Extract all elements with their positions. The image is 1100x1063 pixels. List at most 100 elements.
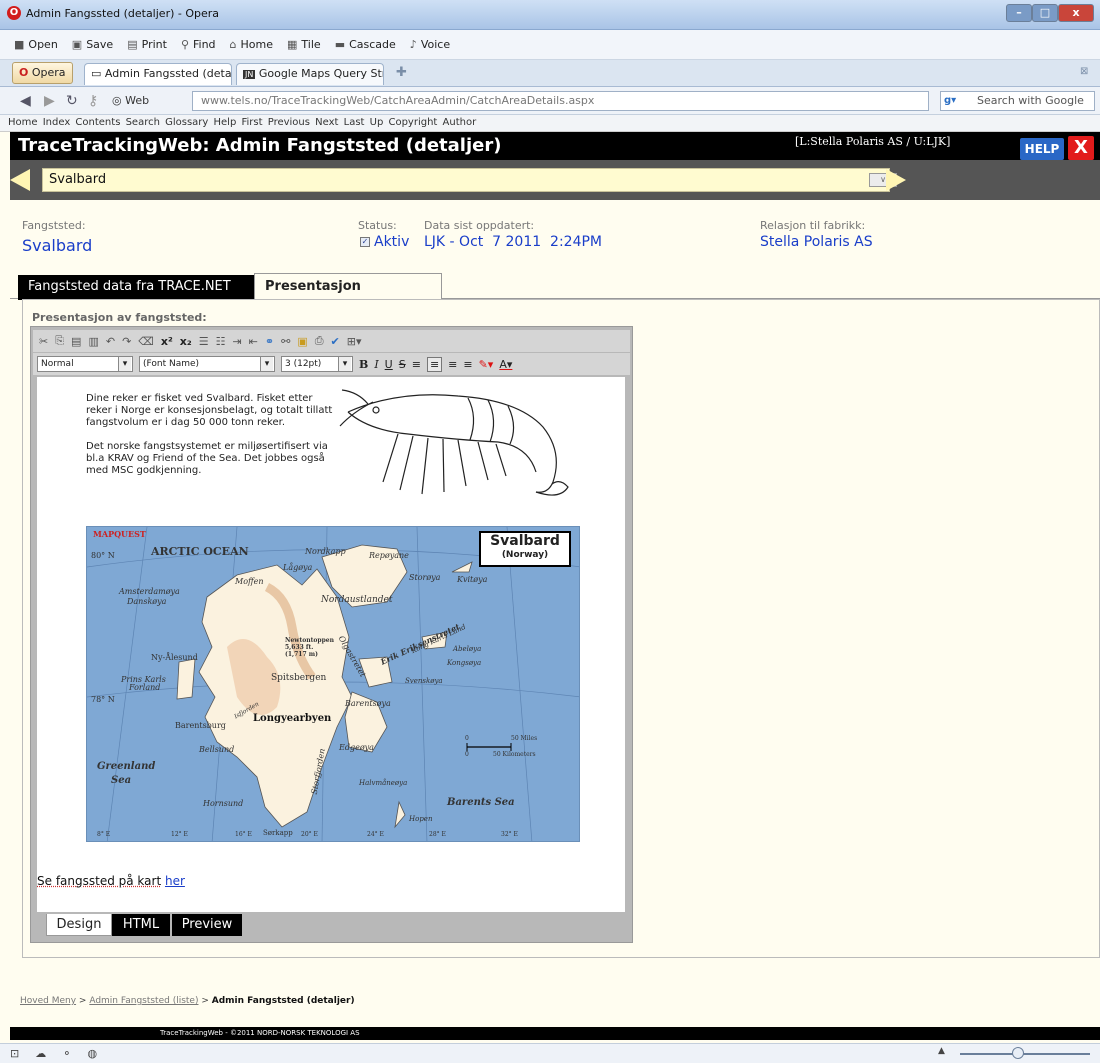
browser-menu-bar: ■ Open ▣ Save ▤ Print ⚲ Find ⌂ Home ▦ Tile ▬ Ca… <box>0 30 1100 60</box>
map-link[interactable]: her <box>165 874 185 888</box>
url-field[interactable]: www.tels.no/TraceTrackingWeb/CatchAreaAd… <box>192 91 929 111</box>
map-label-lat78: 78° N <box>91 695 115 704</box>
address-bar: ◀ ▶ ↻ ⚷ ◎ Web www.tels.no/TraceTrackingW… <box>0 87 1100 115</box>
status-checkbox[interactable]: ✓ <box>360 237 370 247</box>
bullet-list-icon[interactable]: ☷ <box>216 335 226 348</box>
map-scale-zero-km: 0 <box>465 751 469 758</box>
menu-print[interactable]: ▤ Print <box>127 38 167 51</box>
indent-icon[interactable]: ⇥ <box>232 335 241 348</box>
menu-home[interactable]: ⌂ Home <box>230 38 273 51</box>
cut-icon[interactable]: ✂ <box>39 335 48 348</box>
cloud-icon[interactable]: ☁ <box>35 1047 46 1060</box>
zoom-up-icon[interactable]: ▲ <box>938 1046 945 1056</box>
tab-trace-net-data[interactable]: Fangststed data fra TRACE.NET <box>18 275 254 300</box>
menu-find[interactable]: ⚲ Find <box>181 38 216 51</box>
bold-icon[interactable]: B <box>359 358 368 371</box>
outdent-icon[interactable]: ⇤ <box>249 335 258 348</box>
unlink-icon[interactable]: ⚯ <box>281 335 290 348</box>
ordered-list-icon[interactable]: ☰ <box>199 335 209 348</box>
font-color-icon[interactable]: A▾ <box>499 358 512 371</box>
paste-icon[interactable]: ▤ <box>71 335 81 348</box>
minimize-button[interactable]: – <box>1006 4 1032 22</box>
superscript-icon[interactable]: x² <box>161 335 173 348</box>
tile-icon: ▦ <box>287 38 298 51</box>
shrimp-illustration <box>338 382 578 507</box>
web-badge[interactable]: ◎ Web <box>112 94 149 107</box>
map-label-repayane: Repøyane <box>369 551 409 560</box>
strikethrough-icon[interactable]: S <box>399 358 406 371</box>
opera-menu-button[interactable]: O Opera <box>12 62 73 84</box>
help-button[interactable]: HELP <box>1020 138 1064 160</box>
image-icon[interactable]: ▣ <box>297 335 307 348</box>
copy-icon[interactable]: ⎘ <box>55 334 64 348</box>
menu-save[interactable]: ▣ Save <box>72 38 113 51</box>
navigation-link-bar[interactable]: Home Index Contents Search Glossary Help… <box>0 115 1100 132</box>
reload-icon[interactable]: ↻ <box>66 93 78 109</box>
menu-voice[interactable]: ♪ Voice <box>410 38 450 51</box>
maximize-button[interactable]: □ <box>1032 4 1058 22</box>
previous-arrow-icon[interactable] <box>10 169 30 191</box>
editor-paragraph-2: Det norske fangstsystemet er miljøsertif… <box>86 441 328 476</box>
undo-icon[interactable]: ↶ <box>106 335 115 348</box>
align-right-icon[interactable]: ≡ <box>448 358 457 371</box>
menu-cascade[interactable]: ▬ Cascade <box>335 38 396 51</box>
map-label-bellsund: Bellsund <box>199 745 235 754</box>
speed-dial-icon[interactable]: ◍ <box>87 1047 97 1060</box>
font-size-select[interactable]: 3 (12pt) <box>281 356 353 372</box>
highlight-color-icon[interactable]: ✎▾ <box>479 358 494 371</box>
google-icon[interactable]: g▾ <box>944 95 956 106</box>
breadcrumb-home[interactable]: Hoved Meny <box>20 996 76 1006</box>
map-label-kongsoya: Kongsøya <box>447 659 482 667</box>
new-tab-icon[interactable]: ✚ <box>396 65 407 80</box>
window-close-button[interactable]: x <box>1058 4 1094 22</box>
save-icon: ▣ <box>71 38 83 51</box>
print-icon[interactable]: ⎙ <box>315 334 324 348</box>
table-icon[interactable]: ⊞▾ <box>347 335 362 348</box>
search-input[interactable]: Search with Google <box>940 91 1095 111</box>
subscript-icon[interactable]: x₂ <box>180 335 192 348</box>
menu-tile[interactable]: ▦ Tile <box>287 38 321 51</box>
back-icon[interactable]: ◀ <box>20 93 31 109</box>
italic-icon[interactable]: I <box>374 358 378 371</box>
tab-html[interactable]: HTML <box>112 914 170 936</box>
status-value: Aktiv <box>374 234 410 250</box>
closed-tabs-icon[interactable]: ⊠ <box>1080 66 1088 77</box>
clear-format-icon[interactable]: ⌫ <box>138 335 154 348</box>
map-label-ocean: ARCTIC OCEAN <box>151 545 249 558</box>
map-label-lagoya: Lågøya <box>283 563 313 572</box>
forward-icon[interactable]: ▶ <box>44 93 55 109</box>
close-button[interactable]: X <box>1068 136 1094 160</box>
wand-icon[interactable]: ⚷ <box>88 93 98 109</box>
underline-icon[interactable]: U <box>385 358 393 371</box>
font-name-select[interactable]: (Font Name) <box>139 356 275 372</box>
redo-icon[interactable]: ↷ <box>122 335 131 348</box>
map-label-barentsburg: Barentsburg <box>175 721 226 730</box>
align-left-icon[interactable]: ≡ <box>412 358 421 371</box>
map-label-forland: Forland <box>129 683 161 692</box>
next-arrow-icon[interactable] <box>886 169 906 191</box>
page-icon: ▭ <box>91 67 102 80</box>
breadcrumb-list[interactable]: Admin Fangststed (liste) <box>89 996 198 1006</box>
map-label-greenland: Greenland <box>97 761 156 772</box>
link-icon[interactable]: ⚭ <box>265 335 274 348</box>
paste-text-icon[interactable]: ▥ <box>88 335 98 348</box>
spellcheck-icon[interactable]: ✔ <box>331 335 340 348</box>
menu-open[interactable]: ■ Open <box>14 38 58 51</box>
tab-preview[interactable]: Preview <box>172 914 242 936</box>
paragraph-style-select[interactable]: Normal <box>37 356 133 372</box>
print-icon: ▤ <box>127 38 138 51</box>
browser-tab-googlemaps[interactable]: JN Google Maps Query Str... × <box>236 63 384 85</box>
justify-icon[interactable]: ≡ <box>463 358 472 371</box>
browser-tab-admin[interactable]: ▭ Admin Fangssted (deta... × <box>84 63 232 85</box>
share-icon[interactable]: ⚬ <box>62 1047 71 1060</box>
zoom-slider[interactable] <box>960 1053 1090 1055</box>
align-center-icon[interactable]: ≡ <box>426 356 443 372</box>
catch-area-select[interactable]: Svalbard ∨ <box>42 168 897 192</box>
editor-paragraphs: Dine reker er fisket ved Svalbard. Fiske… <box>86 393 336 477</box>
tab-design[interactable]: Design <box>46 914 112 936</box>
zoom-slider-handle[interactable] <box>1012 1047 1024 1059</box>
map-label-elevation-m: (1,717 m) <box>285 651 318 658</box>
panel-toggle-icon[interactable]: ⊡ <box>10 1047 19 1060</box>
map-label-lat80: 80° N <box>91 551 115 560</box>
tab-presentation[interactable]: Presentasjon fangststed <box>254 273 442 320</box>
